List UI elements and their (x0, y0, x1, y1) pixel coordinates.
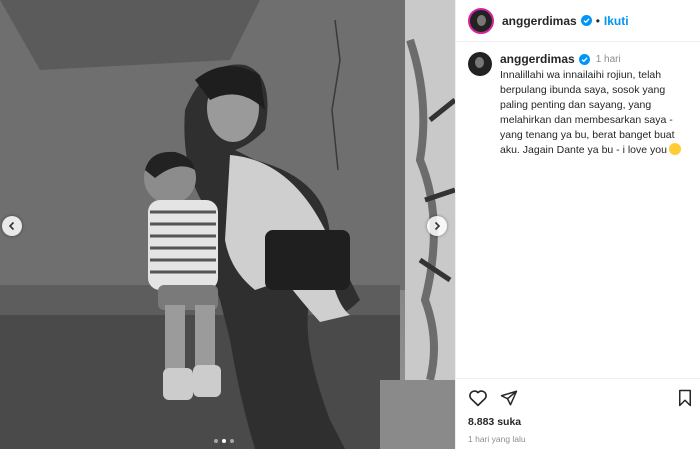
verified-icon (580, 15, 592, 26)
carousel-indicator (214, 439, 234, 443)
share-icon[interactable] (500, 389, 518, 407)
chevron-right-icon (434, 221, 441, 231)
username-link[interactable]: anggerdimas (502, 14, 577, 28)
bookmark-icon[interactable] (677, 389, 693, 407)
post-timestamp[interactable]: 1 hari yang lalu (468, 434, 526, 444)
post-side-panel: anggerdimas • Ikuti anggerdimas 1 hari I… (455, 0, 700, 449)
verified-icon (578, 53, 590, 65)
separator: • (595, 13, 600, 28)
smile-emoji (668, 143, 681, 155)
heart-icon[interactable] (468, 389, 488, 407)
carousel-dot (214, 439, 218, 443)
carousel-dot (230, 439, 234, 443)
follow-button[interactable]: Ikuti (604, 14, 629, 28)
carousel-dot-active (222, 439, 226, 443)
chevron-left-icon (8, 221, 15, 231)
previous-image-button[interactable] (2, 216, 22, 236)
post-actions: 8.883 suka 1 hari yang lalu (456, 378, 700, 450)
caption-text: Innalillahi wa innailaihi rojiun, telah … (500, 69, 675, 156)
caption: anggerdimas 1 hari Innalillahi wa innail… (468, 52, 694, 158)
caption-time[interactable]: 1 hari (596, 54, 621, 65)
next-image-button[interactable] (427, 216, 447, 236)
caption-avatar[interactable] (468, 52, 492, 76)
like-count[interactable]: 8.883 suka (468, 416, 521, 428)
caption-username[interactable]: anggerdimas (500, 52, 575, 66)
post-header: anggerdimas • Ikuti (456, 0, 700, 42)
post-photo[interactable] (0, 0, 455, 449)
avatar[interactable] (468, 7, 494, 34)
